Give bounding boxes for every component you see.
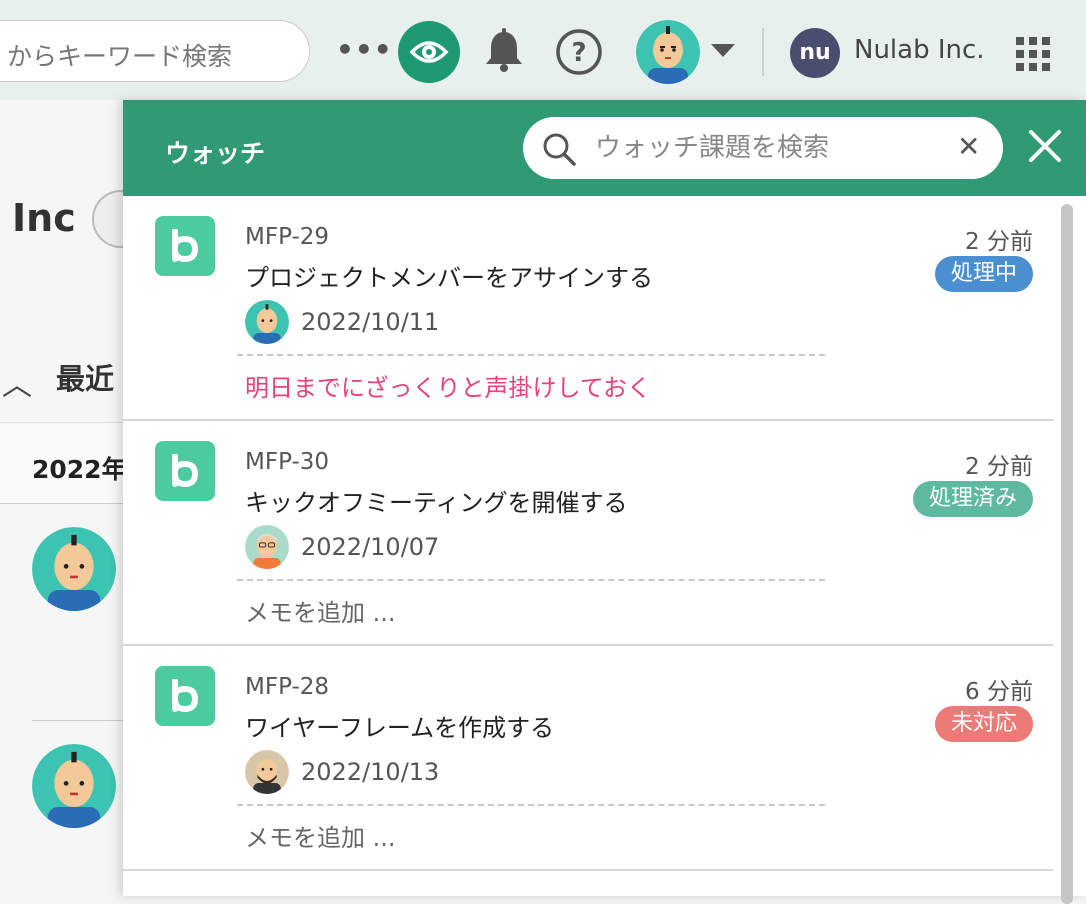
notifications-button[interactable] [482, 28, 526, 78]
org-logo[interactable]: nu [790, 28, 840, 78]
add-memo-link[interactable]: メモを追加 ... [245, 593, 396, 628]
close-icon [1029, 130, 1061, 162]
project-icon [155, 216, 215, 276]
issue-key[interactable]: MFP-28 [245, 674, 329, 700]
due-date: 2022/10/07 [301, 533, 440, 561]
assignee-avatar [245, 750, 289, 794]
divider [237, 804, 825, 806]
assignee-avatar [245, 525, 289, 569]
space-title: Inc [12, 196, 76, 240]
issue-summary[interactable]: プロジェクトメンバーをアサインする [245, 258, 653, 293]
close-button[interactable] [1027, 128, 1063, 168]
watch-list: MFP-29 プロジェクトメンバーをアサインする 2022/10/11 明日まで… [123, 196, 1053, 871]
apps-grid-icon[interactable] [1016, 37, 1050, 75]
clear-icon[interactable]: ✕ [957, 130, 980, 163]
help-button[interactable]: ? [555, 28, 603, 80]
divider [762, 28, 764, 76]
watch-panel: ウォッチ ✕ MFP-29 プロジェクトメンバーをアサインする [123, 100, 1086, 904]
svg-text:?: ? [571, 38, 586, 68]
updated-time: 6 分前 [965, 679, 1033, 705]
assignee-avatar [245, 300, 289, 344]
global-search-placeholder: からキーワード検索 [7, 42, 233, 71]
avatar [32, 527, 116, 611]
watch-item[interactable]: MFP-29 プロジェクトメンバーをアサインする 2022/10/11 明日まで… [123, 196, 1053, 421]
avatar [32, 744, 116, 828]
watch-button[interactable] [398, 21, 460, 83]
issue-summary[interactable]: ワイヤーフレームを作成する [245, 708, 554, 743]
issue-summary[interactable]: キックオフミーティングを開催する [245, 483, 628, 518]
org-name[interactable]: Nulab Inc. [854, 35, 985, 65]
more-dots-icon[interactable]: ••• [336, 30, 393, 70]
scrollbar[interactable] [1061, 204, 1073, 904]
divider [237, 579, 825, 581]
project-icon [155, 441, 215, 501]
status-badge: 処理済み [912, 481, 1033, 517]
divider [237, 354, 825, 356]
watch-panel-header: ウォッチ ✕ [123, 100, 1086, 196]
top-bar: からキーワード検索 ••• ? nu Nulab Inc. [0, 0, 1086, 100]
issue-key[interactable]: MFP-29 [245, 224, 329, 250]
memo-text[interactable]: 明日までにざっくりと声掛けしておく [245, 368, 651, 403]
divider [32, 720, 130, 721]
recent-heading: 最近 [56, 362, 115, 396]
watch-search-box[interactable]: ✕ [523, 117, 1003, 179]
issue-key[interactable]: MFP-30 [245, 449, 329, 475]
search-icon [543, 133, 576, 166]
updated-time: 2 分前 [965, 229, 1033, 255]
add-memo-link[interactable]: メモを追加 ... [245, 818, 396, 853]
project-icon [155, 666, 215, 726]
bell-icon [486, 28, 522, 72]
help-icon: ? [556, 29, 602, 75]
watch-panel-title: ウォッチ [165, 139, 266, 168]
watch-item[interactable]: MFP-30 キックオフミーティングを開催する 2022/10/07 メモを追加… [123, 421, 1053, 646]
updated-time: 2 分前 [965, 454, 1033, 480]
global-search-input[interactable]: からキーワード検索 [0, 20, 310, 82]
due-date: 2022/10/13 [301, 758, 440, 786]
year-label: 2022年 [32, 455, 127, 484]
watch-item[interactable]: MFP-28 ワイヤーフレームを作成する 2022/10/13 メモを追加 ..… [123, 646, 1053, 871]
watch-search-input[interactable] [593, 127, 937, 169]
status-badge: 処理中 [934, 256, 1033, 292]
user-avatar[interactable] [636, 20, 700, 84]
status-badge: 未対応 [934, 706, 1033, 742]
chevron-up-icon[interactable]: ︿ [2, 360, 32, 404]
eye-icon [409, 41, 449, 63]
due-date: 2022/10/11 [301, 308, 440, 336]
chevron-down-icon[interactable] [711, 44, 735, 57]
